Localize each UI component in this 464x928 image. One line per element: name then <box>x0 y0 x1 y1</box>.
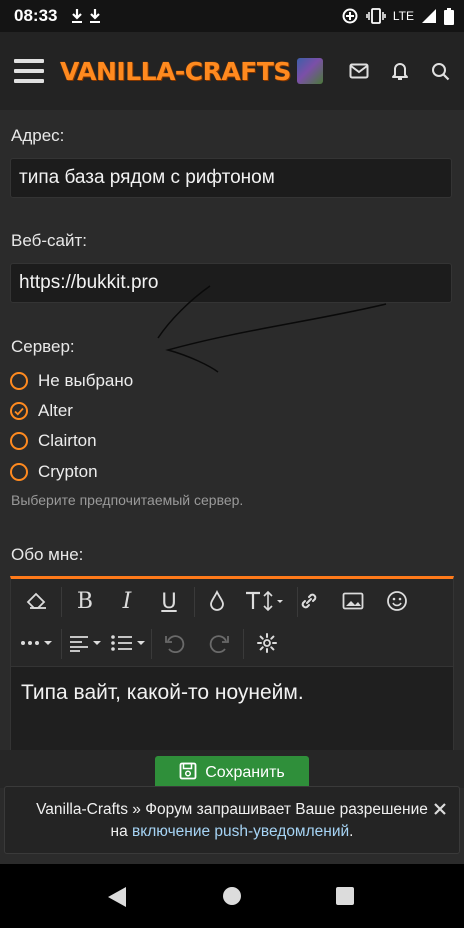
server-option-label: Crypton <box>38 462 98 481</box>
editor-toolbar: B I U <box>11 579 453 667</box>
save-button[interactable]: Сохранить <box>155 756 309 790</box>
image-icon[interactable] <box>338 589 368 613</box>
site-logo[interactable]: VANILLA-CRAFTS <box>60 57 291 86</box>
radio-circle[interactable] <box>10 463 28 481</box>
bold-icon[interactable]: B <box>71 589 99 614</box>
inbox-icon[interactable] <box>349 63 369 79</box>
site-header: VANILLA-CRAFTS <box>0 32 464 110</box>
redo-icon[interactable] <box>205 631 233 655</box>
vibrate-icon <box>366 8 386 24</box>
recents-icon[interactable] <box>335 886 355 911</box>
font-size-icon[interactable] <box>243 589 287 613</box>
download-icon <box>71 8 83 24</box>
system-nav-bar <box>0 864 464 928</box>
signal-icon <box>421 8 437 24</box>
server-option-label: Не выбрано <box>38 371 134 390</box>
about-text[interactable]: Типа вайт, какой-то ноунейм. <box>11 667 453 719</box>
link-icon[interactable] <box>295 589 323 613</box>
server-option-label: Alter <box>38 401 73 420</box>
website-label: Веб-сайт: <box>11 231 87 250</box>
underline-icon[interactable]: U <box>155 589 183 613</box>
about-label: Обо мне: <box>11 545 84 564</box>
undo-icon[interactable] <box>161 631 189 655</box>
server-option-none[interactable]: Не выбрано <box>10 371 133 391</box>
server-option-clairton[interactable]: Clairton <box>10 431 97 451</box>
logo-image <box>296 58 323 84</box>
rich-text-editor[interactable]: B I U Типа вайт, какой-то ноунейм. <box>10 576 454 756</box>
network-type: LTE <box>392 9 414 23</box>
save-icon <box>179 762 197 785</box>
server-option-alter[interactable]: Alter <box>10 401 73 421</box>
address-field[interactable]: типа база рядом с рифтоном <box>10 158 452 198</box>
enable-push-link[interactable]: включение push-уведомлений <box>132 823 349 840</box>
menu-icon[interactable] <box>14 59 44 83</box>
settings-icon[interactable] <box>253 631 281 655</box>
list-icon[interactable] <box>109 631 149 655</box>
website-field[interactable]: https://bukkit.pro <box>10 263 452 303</box>
smiley-icon[interactable] <box>383 589 411 613</box>
search-icon[interactable] <box>431 62 450 81</box>
close-icon[interactable] <box>433 801 447 823</box>
bell-icon[interactable] <box>391 61 409 81</box>
radio-circle[interactable] <box>10 372 28 390</box>
server-option-crypton[interactable]: Crypton <box>10 462 98 482</box>
battery-icon <box>444 7 454 25</box>
server-hint: Выберите предпочитаемый сервер. <box>11 492 244 508</box>
save-label: Сохранить <box>205 764 285 781</box>
home-icon[interactable] <box>222 886 242 911</box>
italic-icon[interactable]: I <box>113 589 141 614</box>
back-icon[interactable] <box>106 886 128 913</box>
align-icon[interactable] <box>67 631 103 655</box>
push-notice: Vanilla-Crafts » Форум запрашивает Ваше … <box>4 786 460 854</box>
download-icon <box>89 8 101 24</box>
eraser-icon[interactable] <box>23 589 51 613</box>
data-saver-icon <box>341 7 359 25</box>
radio-checked-icon[interactable] <box>10 402 28 420</box>
address-label: Адрес: <box>11 126 65 145</box>
server-label: Сервер: <box>11 337 75 356</box>
more-options-icon[interactable] <box>19 631 55 655</box>
radio-circle[interactable] <box>10 432 28 450</box>
text-color-icon[interactable] <box>203 589 231 613</box>
status-bar: 08:33 LTE <box>0 0 464 32</box>
server-option-label: Clairton <box>38 431 97 450</box>
status-time: 08:33 <box>14 6 58 25</box>
